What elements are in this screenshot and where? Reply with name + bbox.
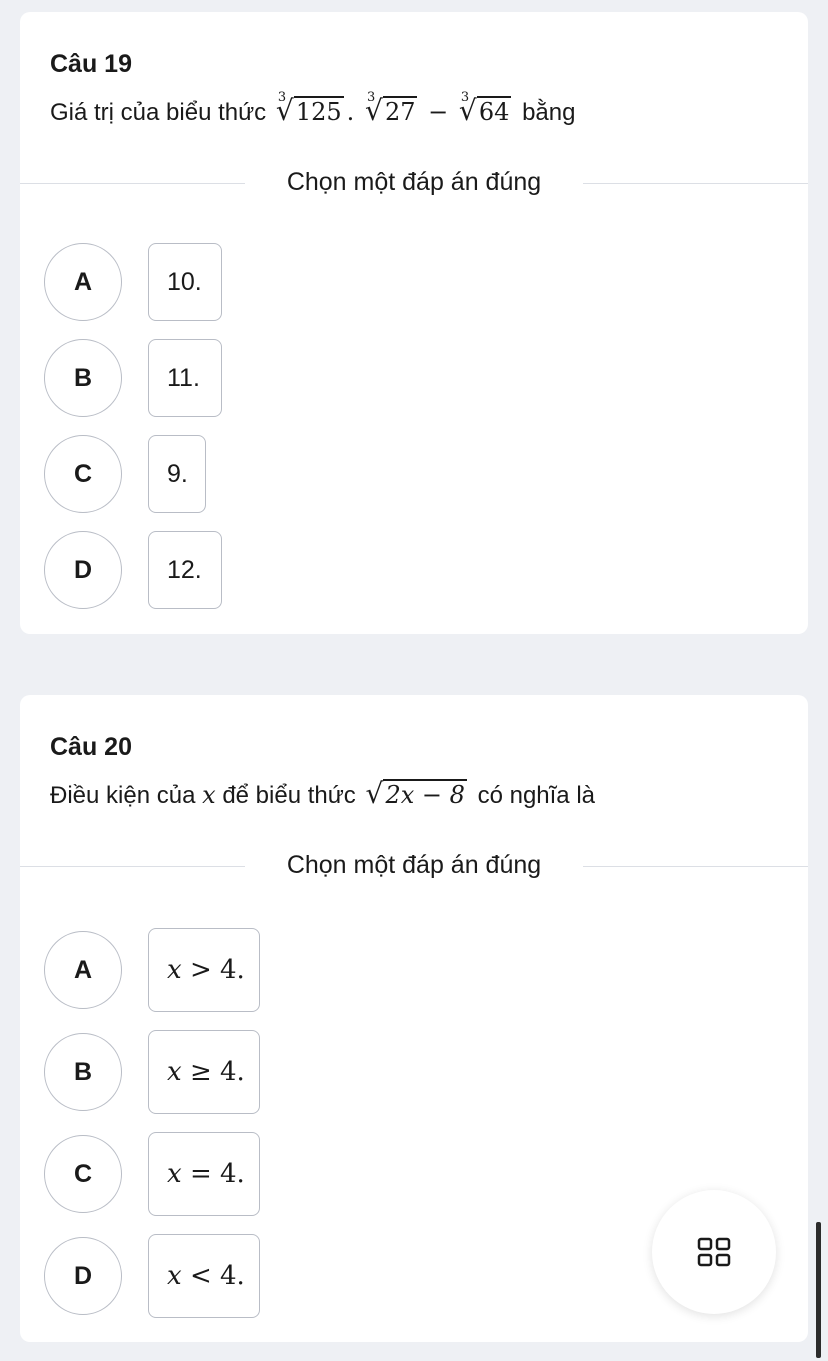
option-value[interactable]: 11. bbox=[148, 339, 222, 417]
option-value[interactable]: x ≥ 4. bbox=[148, 1030, 260, 1114]
cube-root-125: √ 3 125 bbox=[275, 90, 344, 127]
prompt-text-after: bằng bbox=[522, 99, 576, 126]
prompt-variable: x bbox=[202, 781, 216, 809]
option-letter[interactable]: C bbox=[44, 435, 122, 513]
option-value[interactable]: 10. bbox=[148, 243, 222, 321]
scrollbar[interactable] bbox=[816, 1222, 821, 1358]
question-title: Câu 20 bbox=[50, 733, 132, 761]
option-letter[interactable]: A bbox=[44, 931, 122, 1009]
option-letter[interactable]: C bbox=[44, 1135, 122, 1213]
option-value[interactable]: 9. bbox=[148, 435, 206, 513]
question-title: Câu 19 bbox=[50, 50, 132, 78]
prompt-text-middle: để biểu thức bbox=[222, 782, 356, 809]
prompt-math-expression: √ 3 125. √ 3 27 − √ 3 64 bbox=[275, 90, 512, 127]
option-value[interactable]: x < 4. bbox=[148, 1234, 260, 1318]
prompt-text-after: có nghĩa là bbox=[477, 782, 595, 809]
prompt-text-before: Điều kiện của bbox=[50, 782, 196, 809]
option-letter[interactable]: D bbox=[44, 1237, 122, 1315]
choose-answer-divider: Chọn một đáp án đúng bbox=[20, 851, 808, 881]
cube-root-27: √ 3 27 bbox=[364, 90, 418, 127]
choose-answer-divider: Chọn một đáp án đúng bbox=[20, 168, 808, 198]
option-value[interactable]: x > 4. bbox=[148, 928, 260, 1012]
option-value[interactable]: 12. bbox=[148, 531, 222, 609]
question-prompt: Giá trị của biểu thức √ 3 125. √ 3 27 − √ 3 64… bbox=[50, 90, 576, 127]
question-prompt: Điều kiện của x để biểu thức √ 2x − 8 có … bbox=[50, 777, 595, 810]
option-letter[interactable]: B bbox=[44, 1033, 122, 1111]
cube-root-64: √ 3 64 bbox=[458, 90, 512, 127]
option-letter[interactable]: B bbox=[44, 339, 122, 417]
option-letter[interactable]: A bbox=[44, 243, 122, 321]
grid-icon bbox=[697, 1237, 731, 1267]
question-grid-button[interactable] bbox=[652, 1190, 776, 1314]
question-card-19: Câu 19 Giá trị của biểu thức √ 3 125. √ 3 27… bbox=[20, 12, 808, 634]
option-letter[interactable]: D bbox=[44, 531, 122, 609]
option-value[interactable]: x = 4. bbox=[148, 1132, 260, 1216]
square-root-expression: √ 2x − 8 bbox=[365, 777, 467, 810]
prompt-text-before: Giá trị của biểu thức bbox=[50, 99, 267, 126]
prompt-math-expression: √ 2x − 8 bbox=[362, 777, 477, 810]
